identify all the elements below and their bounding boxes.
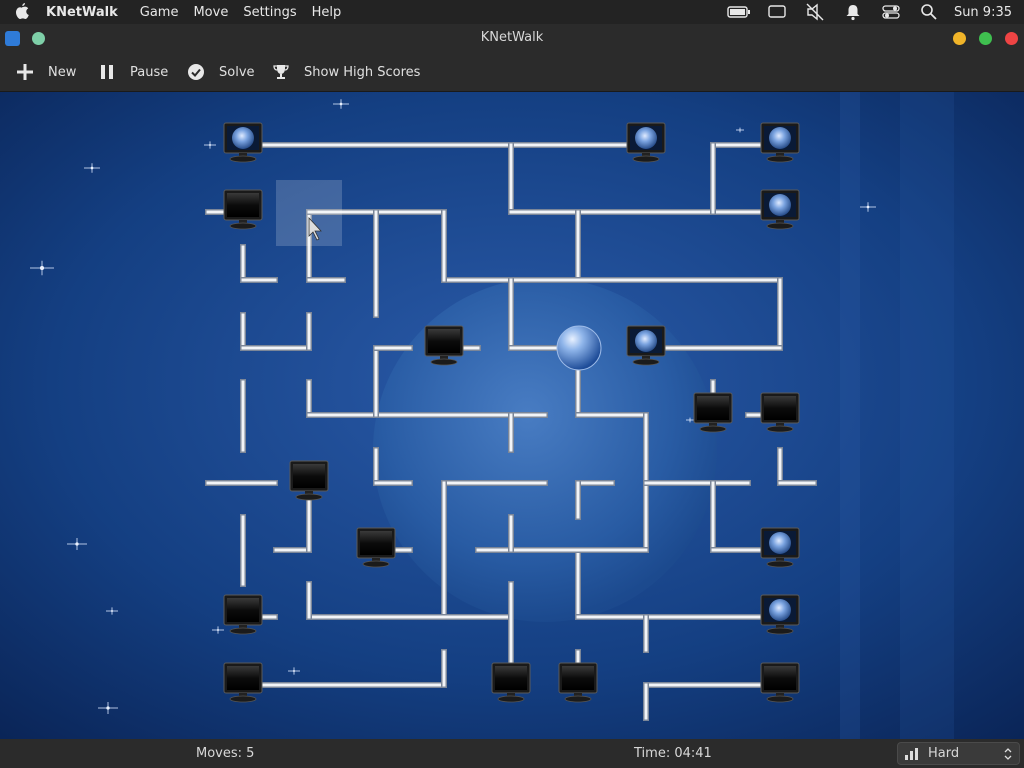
- plus-icon: [14, 61, 36, 83]
- menu-help[interactable]: Help: [312, 5, 342, 20]
- maximize-button[interactable]: [979, 32, 992, 45]
- time-counter: Time: 04:41: [634, 746, 712, 761]
- minimize-button[interactable]: [953, 32, 966, 45]
- status-bar: Moves: 5 Time: 04:41 Hard: [0, 739, 1024, 768]
- battery-icon[interactable]: [720, 0, 758, 24]
- signal-bars-icon: [905, 747, 918, 760]
- search-icon[interactable]: [910, 0, 948, 24]
- difficulty-value: Hard: [928, 746, 960, 761]
- system-menubar: KNetWalk Game Move Settings Help Sun 9:3…: [0, 0, 1024, 24]
- show-high-scores-label: Show High Scores: [304, 64, 421, 80]
- menu-settings[interactable]: Settings: [243, 5, 296, 20]
- game-board[interactable]: [0, 92, 1024, 739]
- moves-counter: Moves: 5: [196, 746, 255, 761]
- close-button[interactable]: [1005, 32, 1018, 45]
- control-center-icon[interactable]: [872, 0, 910, 24]
- notification-bell-icon[interactable]: [834, 0, 872, 24]
- screen-mirror-icon[interactable]: [758, 0, 796, 24]
- server-node[interactable]: [556, 325, 602, 371]
- window-title: KNetWalk: [480, 30, 544, 45]
- menu-game[interactable]: Game: [140, 5, 179, 20]
- trophy-icon: [270, 61, 292, 83]
- show-high-scores-button[interactable]: Show High Scores: [270, 52, 420, 92]
- spinner-chevrons-icon: [1004, 748, 1012, 760]
- network-board-canvas[interactable]: [0, 92, 1024, 739]
- pause-icon: [96, 61, 118, 83]
- pause-button[interactable]: Pause: [96, 52, 168, 92]
- menubar-clock[interactable]: Sun 9:35: [954, 5, 1012, 20]
- checkmark-icon: [185, 61, 207, 83]
- main-toolbar: New Pause Solve Show High Scores: [0, 52, 1024, 92]
- light-ray: [840, 92, 860, 739]
- menu-move[interactable]: Move: [193, 5, 228, 20]
- window-titlebar: KNetWalk: [0, 24, 1024, 52]
- app-menu-name[interactable]: KNetWalk: [46, 5, 118, 20]
- light-ray: [900, 92, 954, 739]
- difficulty-select[interactable]: Hard: [897, 742, 1020, 765]
- muted-speaker-icon[interactable]: [796, 0, 834, 24]
- apple-icon[interactable]: [10, 3, 34, 21]
- pause-label: Pause: [130, 64, 169, 80]
- solve-label: Solve: [219, 64, 255, 80]
- new-label: New: [48, 64, 77, 80]
- solve-button[interactable]: Solve: [185, 52, 255, 92]
- new-game-button[interactable]: New: [14, 52, 76, 92]
